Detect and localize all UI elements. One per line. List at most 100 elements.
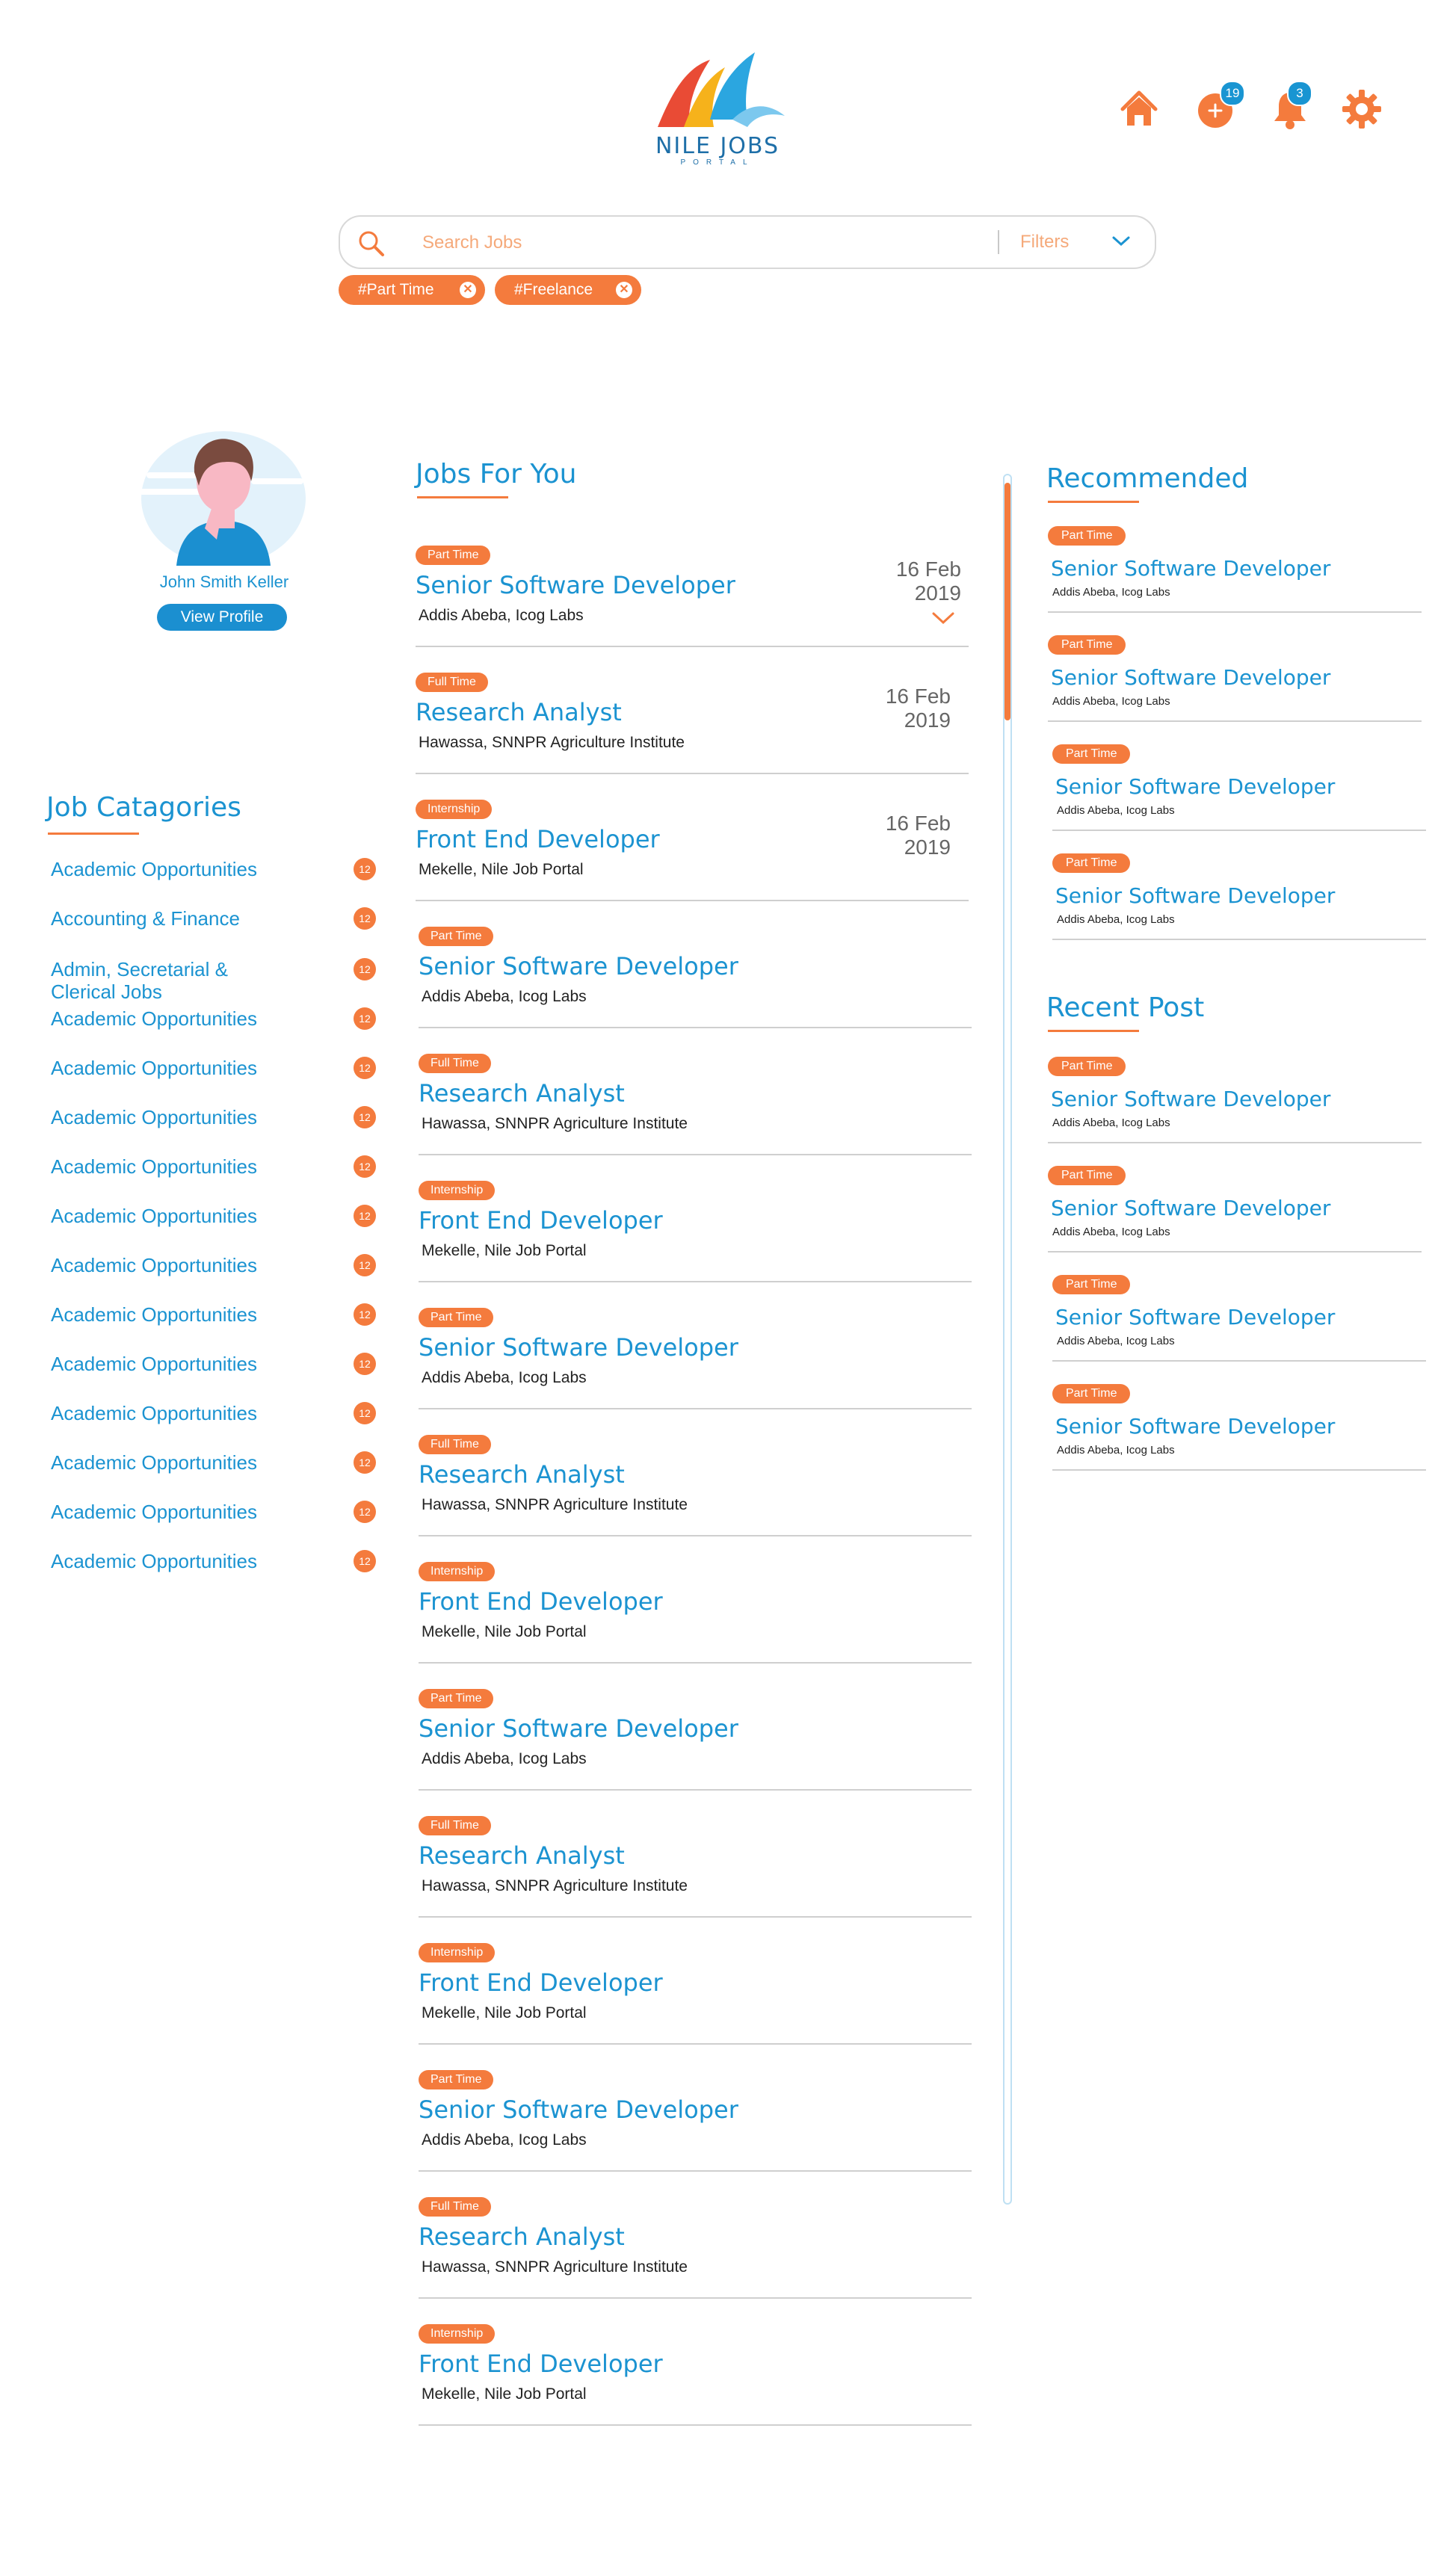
chevron-down-icon[interactable] [931,611,955,626]
category-item[interactable]: Academic Opportunities 12 [51,1451,376,1474]
recent-card[interactable]: Part Time Senior Software Developer Addis … [1048,1057,1422,1161]
job-title[interactable]: Front End Developer [419,1587,663,1616]
job-title[interactable]: Senior Software Developer [1051,665,1330,690]
job-title[interactable]: Research Analyst [419,1841,625,1870]
category-label: Academic Opportunities [51,1303,258,1326]
add-count-badge: 19 [1220,81,1245,106]
job-type-badge: Full Time [419,2197,491,2217]
card-divider [1048,1251,1422,1253]
close-icon[interactable]: ✕ [616,282,632,298]
job-title[interactable]: Senior Software Developer [1051,1196,1330,1220]
job-title[interactable]: Senior Software Developer [419,952,738,980]
job-card[interactable]: Internship Front End Developer Mekelle, Ni… [419,1562,972,1681]
job-title[interactable]: Research Analyst [419,1460,625,1489]
job-title[interactable]: Senior Software Developer [1051,1087,1330,1111]
job-title[interactable]: Research Analyst [416,698,622,726]
job-card[interactable]: Full Time Research Analyst Hawassa, SNNPR … [419,1816,972,1936]
job-location: Addis Abeba, Icog Labs [422,1369,587,1386]
settings-button[interactable] [1341,88,1383,130]
category-item[interactable]: Academic Opportunities 12 [51,1353,376,1375]
add-button[interactable]: 19 [1196,81,1245,130]
gear-icon [1342,90,1381,129]
job-card[interactable]: Part Time Senior Software Developer Addis … [419,1308,972,1427]
category-label: Academic Opportunities [51,1550,258,1572]
job-title[interactable]: Senior Software Developer [419,1333,738,1362]
scrollbar-track[interactable] [1003,474,1012,2205]
recent-card[interactable]: Part Time Senior Software Developer Addis … [1052,1384,1426,1489]
recommended-card[interactable]: Part Time Senior Software Developer Addis … [1048,526,1422,631]
category-label: Academic Opportunities [51,858,258,880]
job-title[interactable]: Research Analyst [419,1079,625,1108]
job-date-year: 2019 [904,835,951,859]
job-title[interactable]: Senior Software Developer [1051,556,1330,581]
job-card[interactable]: Full Time Research Analyst Hawassa, SNNPR … [419,2197,972,2317]
job-type-badge: Part Time [1052,1275,1131,1294]
recent-card[interactable]: Part Time Senior Software Developer Addis … [1048,1166,1422,1270]
job-title[interactable]: Senior Software Developer [1055,1414,1335,1439]
card-divider [1052,830,1426,831]
job-card[interactable]: Part Time Senior Software Developer Addis … [419,2070,972,2190]
job-card[interactable]: Part Time Senior Software Developer Addis … [419,927,972,1046]
job-date: 16 Feb 2019 [886,685,951,732]
job-type-badge: Part Time [1048,1057,1126,1076]
logo-mark-icon [658,52,785,127]
job-title[interactable]: Senior Software Developer [419,2095,738,2124]
job-title[interactable]: Senior Software Developer [1055,883,1335,908]
job-card[interactable]: Part Time Senior Software Developer Addis … [419,1689,972,1809]
job-type-badge: Part Time [416,546,491,565]
job-location: Mekelle, Nile Job Portal [422,1242,587,1259]
job-card[interactable]: Internship Front End Developer Mekelle, Ni… [419,1181,972,1300]
category-item[interactable]: Academic Opportunities 12 [51,1550,376,1572]
job-title[interactable]: Front End Developer [419,2350,663,2378]
view-profile-button[interactable]: View Profile [157,604,287,631]
job-title[interactable]: Senior Software Developer [1055,1305,1335,1329]
job-card[interactable]: Full Time Research Analyst Hawassa, SNNPR … [416,673,969,792]
home-button[interactable] [1118,88,1160,130]
category-item[interactable]: Academic Opportunities 12 [51,1205,376,1227]
job-divider [419,2170,972,2172]
job-title[interactable]: Senior Software Developer [416,571,735,599]
job-title[interactable]: Senior Software Developer [1055,774,1335,799]
job-date: 16 Feb 2019 [886,812,951,859]
job-card[interactable]: Internship Front End Developer Mekelle, Ni… [419,1943,972,2063]
close-icon[interactable]: ✕ [460,282,476,298]
category-item[interactable]: Academic Opportunities 12 [51,1402,376,1424]
job-card[interactable]: Full Time Research Analyst Hawassa, SNNPR … [419,1435,972,1554]
category-label: Academic Opportunities [51,1501,258,1523]
job-card[interactable]: Part Time Senior Software Developer Addis … [416,546,969,665]
category-item[interactable]: Academic Opportunities 12 [51,1254,376,1276]
job-type-badge: Part Time [419,927,494,946]
category-item[interactable]: Academic Opportunities 12 [51,1501,376,1523]
job-title[interactable]: Front End Developer [419,1206,663,1235]
job-card[interactable]: Internship Front End Developer Mekelle, Ni… [419,2324,972,2444]
job-title[interactable]: Front End Developer [419,1968,663,1997]
site-logo[interactable]: NILE JOBS PORTAL [643,45,792,172]
category-item[interactable]: Academic Opportunities 12 [51,1155,376,1178]
category-item[interactable]: Academic Opportunities 12 [51,1303,376,1326]
category-label: Academic Opportunities [51,1254,258,1276]
recommended-card[interactable]: Part Time Senior Software Developer Addis … [1052,744,1426,849]
category-label-line2: Clerical Jobs [51,980,162,1003]
job-title[interactable]: Research Analyst [419,2223,625,2251]
search-input[interactable] [421,226,977,260]
recommended-card[interactable]: Part Time Senior Software Developer Addis … [1052,853,1426,958]
notifications-button[interactable]: 3 [1269,81,1312,130]
logo-text: NILE JOBS [655,133,780,159]
recommended-card[interactable]: Part Time Senior Software Developer Addis … [1048,635,1422,740]
category-item[interactable]: Accounting & Finance 12 [51,907,376,930]
category-item[interactable]: Academic Opportunities 12 [51,1007,376,1030]
category-item[interactable]: Academic Opportunities 12 [51,1057,376,1079]
scrollbar-thumb[interactable] [1004,483,1010,720]
search-icon[interactable] [357,229,386,259]
category-item[interactable]: Academic Opportunities 12 [51,1106,376,1128]
job-card[interactable]: Full Time Research Analyst Hawassa, SNNPR … [419,1054,972,1173]
category-item[interactable]: Admin, Secretarial & Clerical Jobs 12 [51,958,376,1003]
job-location: Mekelle, Nile Job Portal [422,1623,587,1640]
job-title[interactable]: Senior Software Developer [419,1714,738,1743]
job-title[interactable]: Front End Developer [416,825,660,853]
filters-dropdown[interactable]: Filters [998,217,1155,268]
job-card[interactable]: Internship Front End Developer Mekelle, Ni… [416,800,969,919]
recent-card[interactable]: Part Time Senior Software Developer Addis … [1052,1275,1426,1380]
category-count-badge: 12 [354,1501,376,1523]
category-item[interactable]: Academic Opportunities 12 [51,858,376,880]
